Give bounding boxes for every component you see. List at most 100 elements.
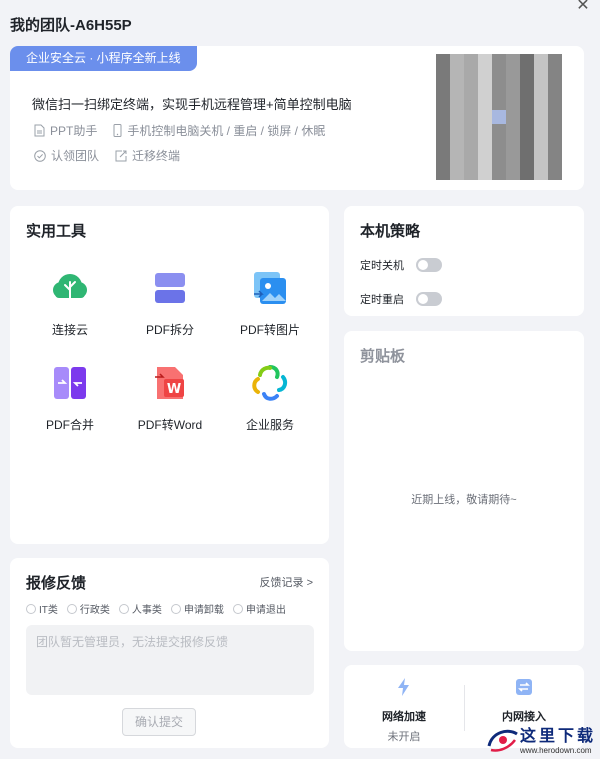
policy-label: 定时重启 bbox=[360, 294, 404, 306]
close-icon[interactable]: ✕ bbox=[574, 0, 592, 16]
category-radio[interactable]: 申请退出 bbox=[232, 601, 286, 616]
radio-circle bbox=[66, 603, 77, 614]
radio-circle bbox=[26, 603, 36, 614]
tool-pdf-merge[interactable]: PDF合并 bbox=[20, 363, 120, 433]
qr-pixel bbox=[436, 54, 450, 68]
qr-pixel bbox=[548, 124, 562, 138]
scheduled-shutdown-toggle[interactable] bbox=[416, 258, 442, 272]
tool-enterprise-service[interactable]: 企业服务 bbox=[220, 363, 320, 433]
scheduled-restart-toggle[interactable] bbox=[416, 292, 442, 306]
feature-label: PPT助手 bbox=[50, 124, 98, 138]
qr-pixel bbox=[436, 124, 450, 138]
qr-pixel bbox=[506, 152, 520, 166]
qr-pixel bbox=[464, 110, 478, 124]
qr-pixel bbox=[534, 124, 548, 138]
watermark-logo-icon bbox=[487, 729, 518, 752]
qr-pixel bbox=[464, 138, 478, 152]
qr-pixel bbox=[450, 68, 464, 82]
qr-pixel bbox=[478, 54, 492, 68]
tools-card: 实用工具 连接云 PDF拆分 PDF转图片 PDF合并 W PDF转Word 企… bbox=[10, 206, 329, 544]
category-radio[interactable]: IT类 bbox=[26, 601, 58, 616]
qr-pixel bbox=[506, 166, 520, 180]
qr-pixel bbox=[436, 166, 450, 180]
policy-row-restart: 定时重启 bbox=[360, 291, 442, 307]
tool-label: 连接云 bbox=[51, 323, 88, 337]
qr-pixel bbox=[506, 68, 520, 82]
qr-pixel bbox=[534, 54, 548, 68]
qr-pixel bbox=[436, 138, 450, 152]
qr-pixel bbox=[506, 96, 520, 110]
feedback-title: 报修反馈 bbox=[26, 575, 87, 592]
pdf-to-word-icon: W bbox=[155, 367, 184, 399]
feedback-textarea[interactable]: 团队暂无管理员，无法提交报修反馈 bbox=[26, 625, 314, 695]
tool-label: PDF拆分 bbox=[145, 323, 194, 337]
claim-team-link[interactable]: 认领团队 bbox=[34, 147, 99, 164]
promo-badge: 企业安全云 · 小程序全新上线 bbox=[10, 46, 197, 71]
qr-pixel bbox=[548, 152, 562, 166]
pdf-split-icon bbox=[155, 273, 185, 303]
qr-pixel bbox=[506, 54, 520, 68]
promo-headline: 微信扫一扫绑定终端，实现手机远程管理+简单控制电脑 bbox=[32, 97, 352, 112]
qr-pixel bbox=[478, 110, 492, 124]
qr-pixel bbox=[492, 138, 506, 152]
feedback-categories: IT类 行政类 人事类 申请卸载 申请退出 bbox=[26, 601, 295, 616]
qr-pixel bbox=[478, 82, 492, 96]
watermark: 这里下载 www.herodown.com bbox=[486, 722, 596, 755]
qr-pixel bbox=[464, 124, 478, 138]
feature-ppt: PPT助手 bbox=[34, 122, 97, 139]
qr-pixel bbox=[450, 54, 464, 68]
network-status: 未开启 bbox=[387, 731, 421, 743]
network-acceleration-button[interactable]: 网络加速 未开启 bbox=[344, 677, 464, 744]
qr-pixel bbox=[492, 110, 506, 124]
qr-pixel bbox=[548, 82, 562, 96]
qr-pixel bbox=[464, 96, 478, 110]
intranet-access-button[interactable]: 内网接入 bbox=[464, 677, 584, 724]
qr-pixel bbox=[520, 110, 534, 124]
tool-label: PDF转Word bbox=[137, 418, 203, 432]
policy-row-shutdown: 定时关机 bbox=[360, 257, 442, 273]
tool-label: PDF转图片 bbox=[239, 323, 300, 337]
tool-connect-cloud[interactable]: 连接云 bbox=[20, 268, 120, 338]
qr-pixel bbox=[534, 68, 548, 82]
qr-pixel bbox=[450, 82, 464, 96]
clipboard-card: 剪贴板 近期上线，敬请期待~ bbox=[344, 331, 584, 651]
qr-pixel bbox=[492, 54, 506, 68]
qr-pixel bbox=[492, 152, 506, 166]
category-label: IT类 bbox=[39, 605, 58, 616]
check-circle-icon bbox=[34, 149, 46, 162]
category-label: 申请卸载 bbox=[183, 605, 224, 616]
feedback-submit-button[interactable]: 确认提交 bbox=[122, 708, 196, 736]
tools-title: 实用工具 bbox=[26, 223, 87, 240]
category-radio[interactable]: 申请卸载 bbox=[170, 601, 224, 616]
migrate-terminal-link[interactable]: 迁移终端 bbox=[115, 147, 180, 164]
policy-card: 本机策略 定时关机 定时重启 bbox=[344, 206, 584, 316]
category-label: 人事类 bbox=[131, 605, 162, 616]
qr-pixel bbox=[450, 124, 464, 138]
category-label: 申请退出 bbox=[245, 605, 286, 616]
category-radio[interactable]: 人事类 bbox=[118, 601, 162, 616]
qr-pixel bbox=[520, 166, 534, 180]
qr-pixel bbox=[520, 152, 534, 166]
feature-phone: 手机控制电脑关机 / 重启 / 锁屏 / 休眠 bbox=[113, 122, 325, 139]
qr-pixel bbox=[506, 124, 520, 138]
qr-pixel bbox=[492, 124, 506, 138]
qr-pixel bbox=[436, 96, 450, 110]
feedback-history-link[interactable]: 反馈记录 > bbox=[260, 574, 313, 590]
qr-pixel bbox=[506, 138, 520, 152]
qr-pixel bbox=[520, 124, 534, 138]
promo-features: PPT助手 手机控制电脑关机 / 重启 / 锁屏 / 休眠 bbox=[34, 122, 341, 139]
network-label: 网络加速 bbox=[382, 711, 426, 723]
tool-pdf-to-word[interactable]: W PDF转Word bbox=[120, 363, 220, 433]
qr-pixel bbox=[534, 82, 548, 96]
qr-pixel bbox=[520, 82, 534, 96]
qr-pixel bbox=[478, 138, 492, 152]
category-label: 行政类 bbox=[79, 605, 110, 616]
tool-label: 企业服务 bbox=[245, 418, 294, 432]
qr-pixel bbox=[520, 68, 534, 82]
tool-pdf-split[interactable]: PDF拆分 bbox=[120, 268, 220, 338]
tool-pdf-to-image[interactable]: PDF转图片 bbox=[220, 268, 320, 338]
category-radio[interactable]: 行政类 bbox=[66, 601, 110, 616]
pdf-merge-icon bbox=[54, 367, 86, 399]
action-label: 迁移终端 bbox=[132, 149, 181, 163]
qr-pixel bbox=[548, 138, 562, 152]
